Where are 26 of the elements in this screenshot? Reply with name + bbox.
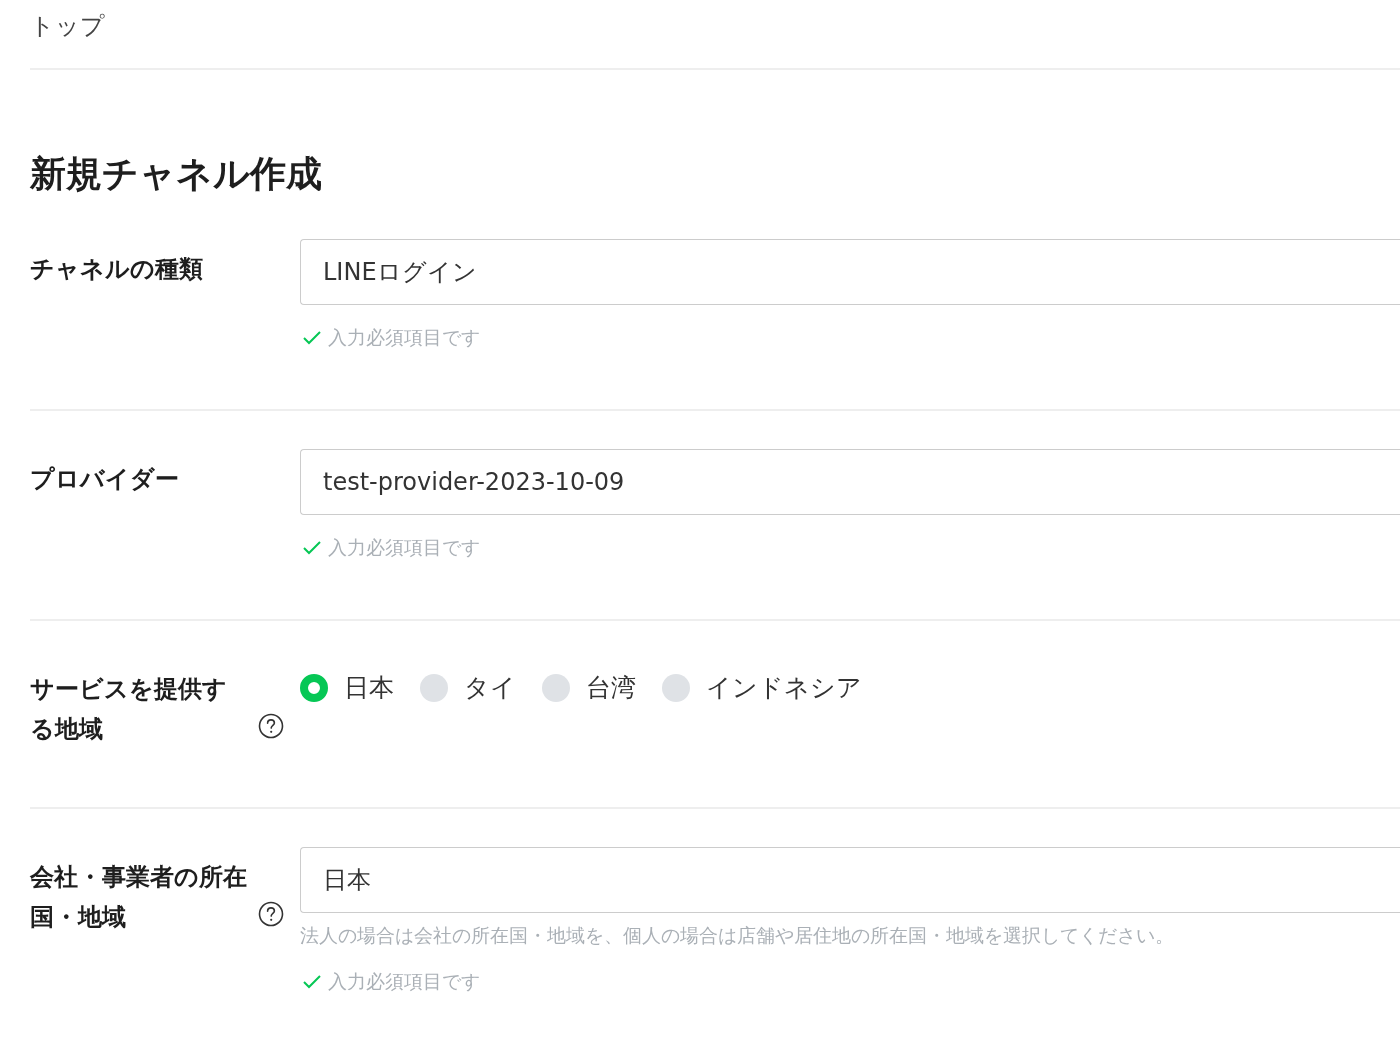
field-label: サービスを提供する地域	[30, 674, 228, 746]
validation-text: 入力必須項目です	[328, 325, 480, 351]
radio-label[interactable]: 台湾	[586, 671, 636, 705]
radio-button[interactable]	[662, 673, 690, 702]
help-icon[interactable]	[258, 713, 284, 740]
validation-text: 入力必須項目です	[328, 535, 480, 561]
field-label: 会社・事業者の所在国・地域	[30, 862, 248, 934]
hint-text: 法人の場合は会社の所在国・地域を、個人の場合は店舗や居住地の所在国・地域を選択してください。	[300, 923, 1175, 949]
radio-button[interactable]	[542, 673, 570, 702]
radio-label[interactable]: タイ	[464, 671, 516, 705]
field-label: プロバイダー	[30, 464, 179, 496]
field-label: チャネルの種類	[30, 254, 203, 286]
radio-button[interactable]	[300, 673, 328, 702]
validation-text: 入力必須項目です	[328, 969, 480, 995]
select-field[interactable]: 日本	[300, 847, 1400, 914]
check-icon	[302, 330, 322, 347]
check-icon	[302, 540, 322, 557]
help-icon[interactable]	[258, 901, 284, 928]
select-field[interactable]: LINEログイン	[300, 239, 1400, 306]
radio-button[interactable]	[420, 673, 448, 702]
check-icon	[302, 974, 322, 991]
radio-label[interactable]: 日本	[344, 671, 394, 705]
breadcrumb-link[interactable]: トップ	[30, 0, 1400, 70]
select-field[interactable]: test-provider-2023-10-09	[300, 449, 1400, 516]
radio-label[interactable]: インドネシア	[706, 671, 862, 705]
page-title: 新規チャネル作成	[30, 152, 323, 196]
